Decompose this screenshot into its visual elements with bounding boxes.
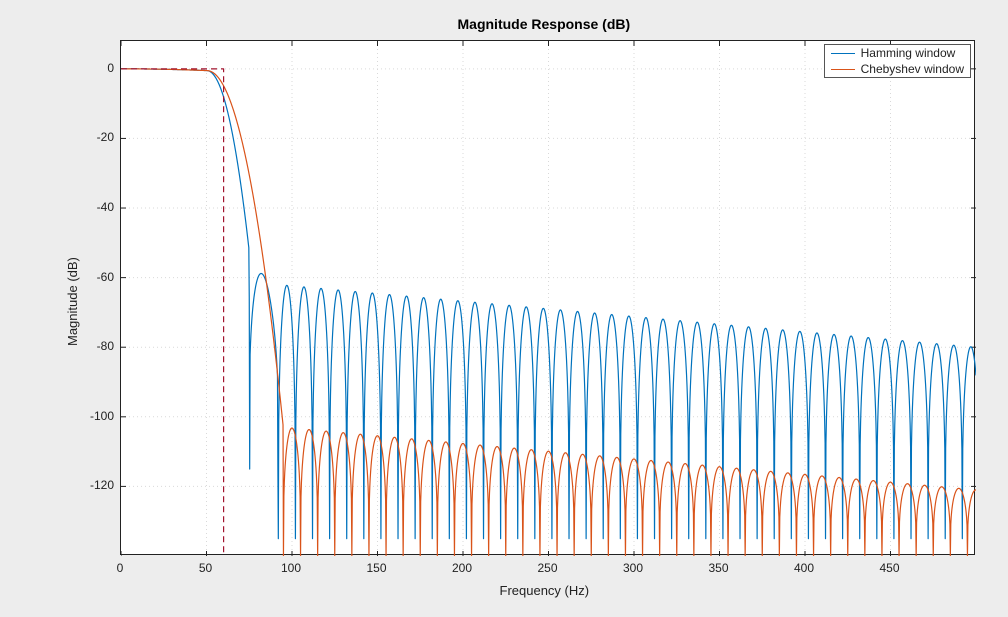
x-tick-label: 0	[117, 561, 124, 575]
x-tick-label: 250	[537, 561, 557, 575]
x-axis-label: Frequency (Hz)	[500, 583, 590, 598]
x-tick-label: 150	[366, 561, 386, 575]
chart-title: Magnitude Response (dB)	[458, 16, 631, 32]
y-tick-label: -60	[74, 270, 114, 284]
plot-axes[interactable]	[120, 40, 975, 555]
y-tick-label: 0	[74, 61, 114, 75]
legend-label: Hamming window	[861, 46, 956, 60]
legend-swatch	[831, 69, 855, 70]
legend-swatch	[831, 53, 855, 54]
x-tick-label: 400	[794, 561, 814, 575]
x-tick-label: 350	[708, 561, 728, 575]
series-hamming	[121, 69, 976, 539]
y-tick-label: -80	[74, 339, 114, 353]
x-tick-label: 200	[452, 561, 472, 575]
y-tick-label: -100	[74, 409, 114, 423]
legend-label: Chebyshev window	[861, 62, 964, 76]
legend[interactable]: Hamming window Chebyshev window	[824, 44, 971, 78]
legend-item[interactable]: Hamming window	[825, 45, 970, 61]
x-tick-label: 50	[199, 561, 212, 575]
y-tick-label: -40	[74, 200, 114, 214]
figure: Magnitude Response (dB) Frequency (Hz) M…	[0, 0, 1008, 617]
y-tick-label: -20	[74, 130, 114, 144]
x-tick-label: 450	[879, 561, 899, 575]
legend-item[interactable]: Chebyshev window	[825, 61, 970, 77]
y-tick-label: -120	[74, 478, 114, 492]
spec-mask	[121, 69, 224, 556]
x-tick-label: 100	[281, 561, 301, 575]
x-tick-label: 300	[623, 561, 643, 575]
